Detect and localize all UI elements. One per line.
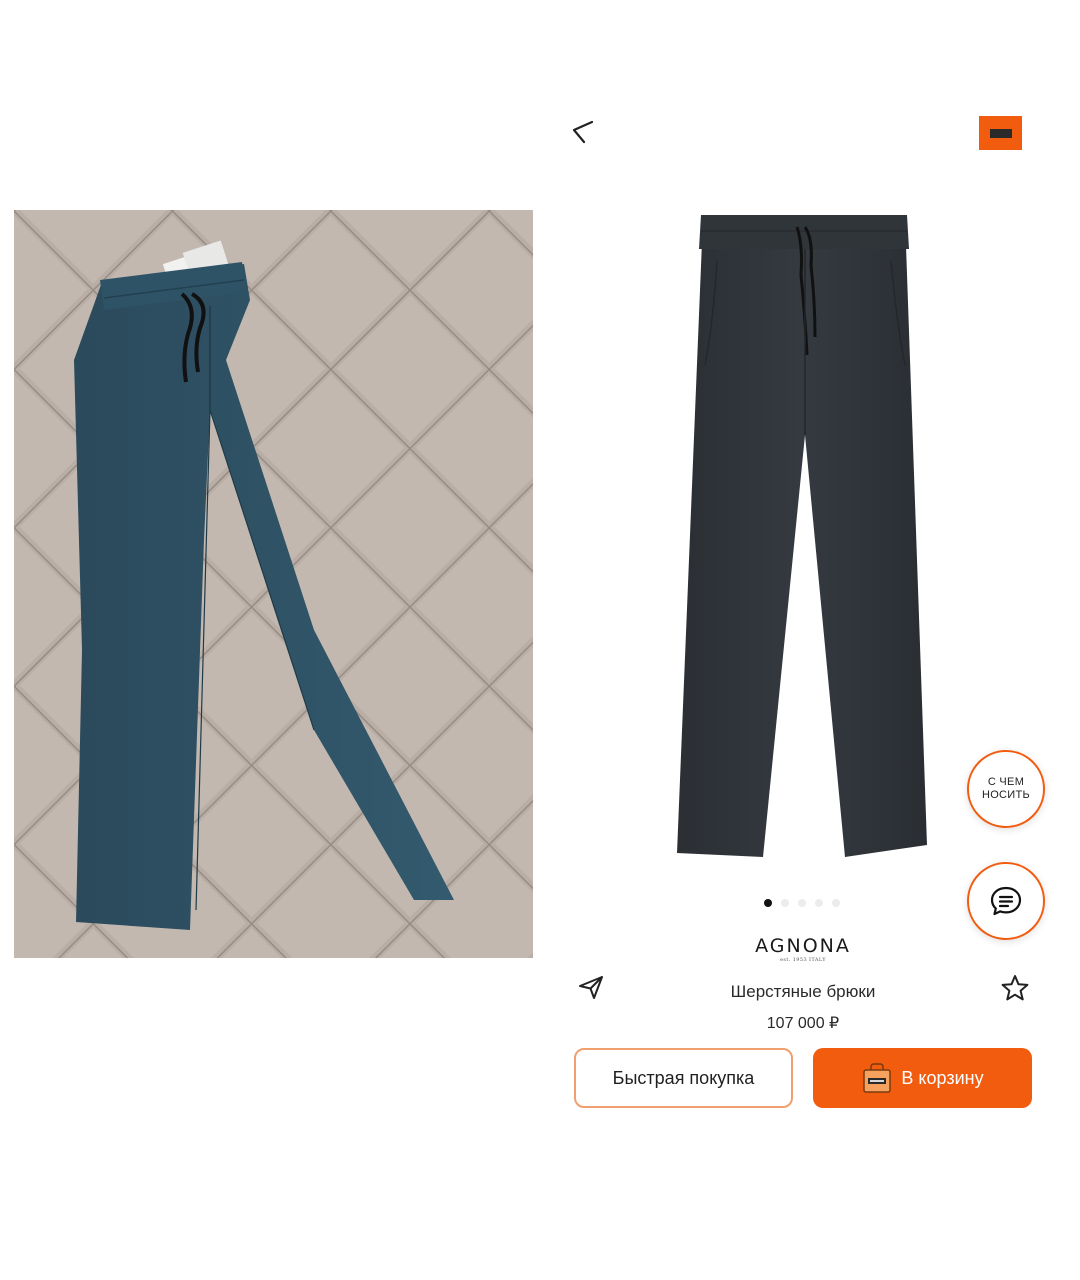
brand-name: AGNONA [755, 935, 851, 957]
add-to-cart-label: В корзину [901, 1067, 984, 1088]
paper-plane-icon[interactable] [577, 973, 605, 1001]
trousers-photo [14, 210, 533, 958]
carousel-dot[interactable] [781, 899, 789, 907]
chat-bubble-icon [990, 886, 1022, 916]
chat-button[interactable] [967, 862, 1045, 940]
shopping-bag-icon [863, 1063, 892, 1093]
outfit-suggestions-label: С ЧЕМ НОСИТЬ [981, 776, 1031, 801]
add-to-cart-button[interactable]: В корзину [813, 1048, 1032, 1108]
brand-logo-icon[interactable] [979, 116, 1022, 150]
product-name: Шерстяные брюки [730, 982, 876, 1001]
carousel-indicator [764, 899, 840, 907]
carousel-dot[interactable] [764, 899, 772, 907]
star-outline-icon[interactable] [1000, 973, 1030, 1003]
brand-logo-mark [989, 128, 1012, 138]
quick-buy-label: Быстрая покупка [612, 1067, 755, 1088]
trousers-product-image[interactable] [665, 205, 945, 870]
carousel-dot[interactable] [815, 899, 823, 907]
brand-logo[interactable]: AGNONA est. 1953 ITALY [700, 935, 906, 964]
brand-tagline: est. 1953 ITALY [780, 957, 826, 963]
outfit-suggestions-button[interactable]: С ЧЕМ НОСИТЬ [967, 750, 1045, 828]
quick-buy-button[interactable]: Быстрая покупка [574, 1048, 793, 1108]
carousel-dot[interactable] [832, 899, 840, 907]
arrow-left-icon[interactable] [566, 116, 598, 146]
product-price: 107 000 ₽ [766, 1015, 840, 1032]
trousers-photo-image [14, 210, 533, 958]
carousel-dot[interactable] [798, 899, 806, 907]
